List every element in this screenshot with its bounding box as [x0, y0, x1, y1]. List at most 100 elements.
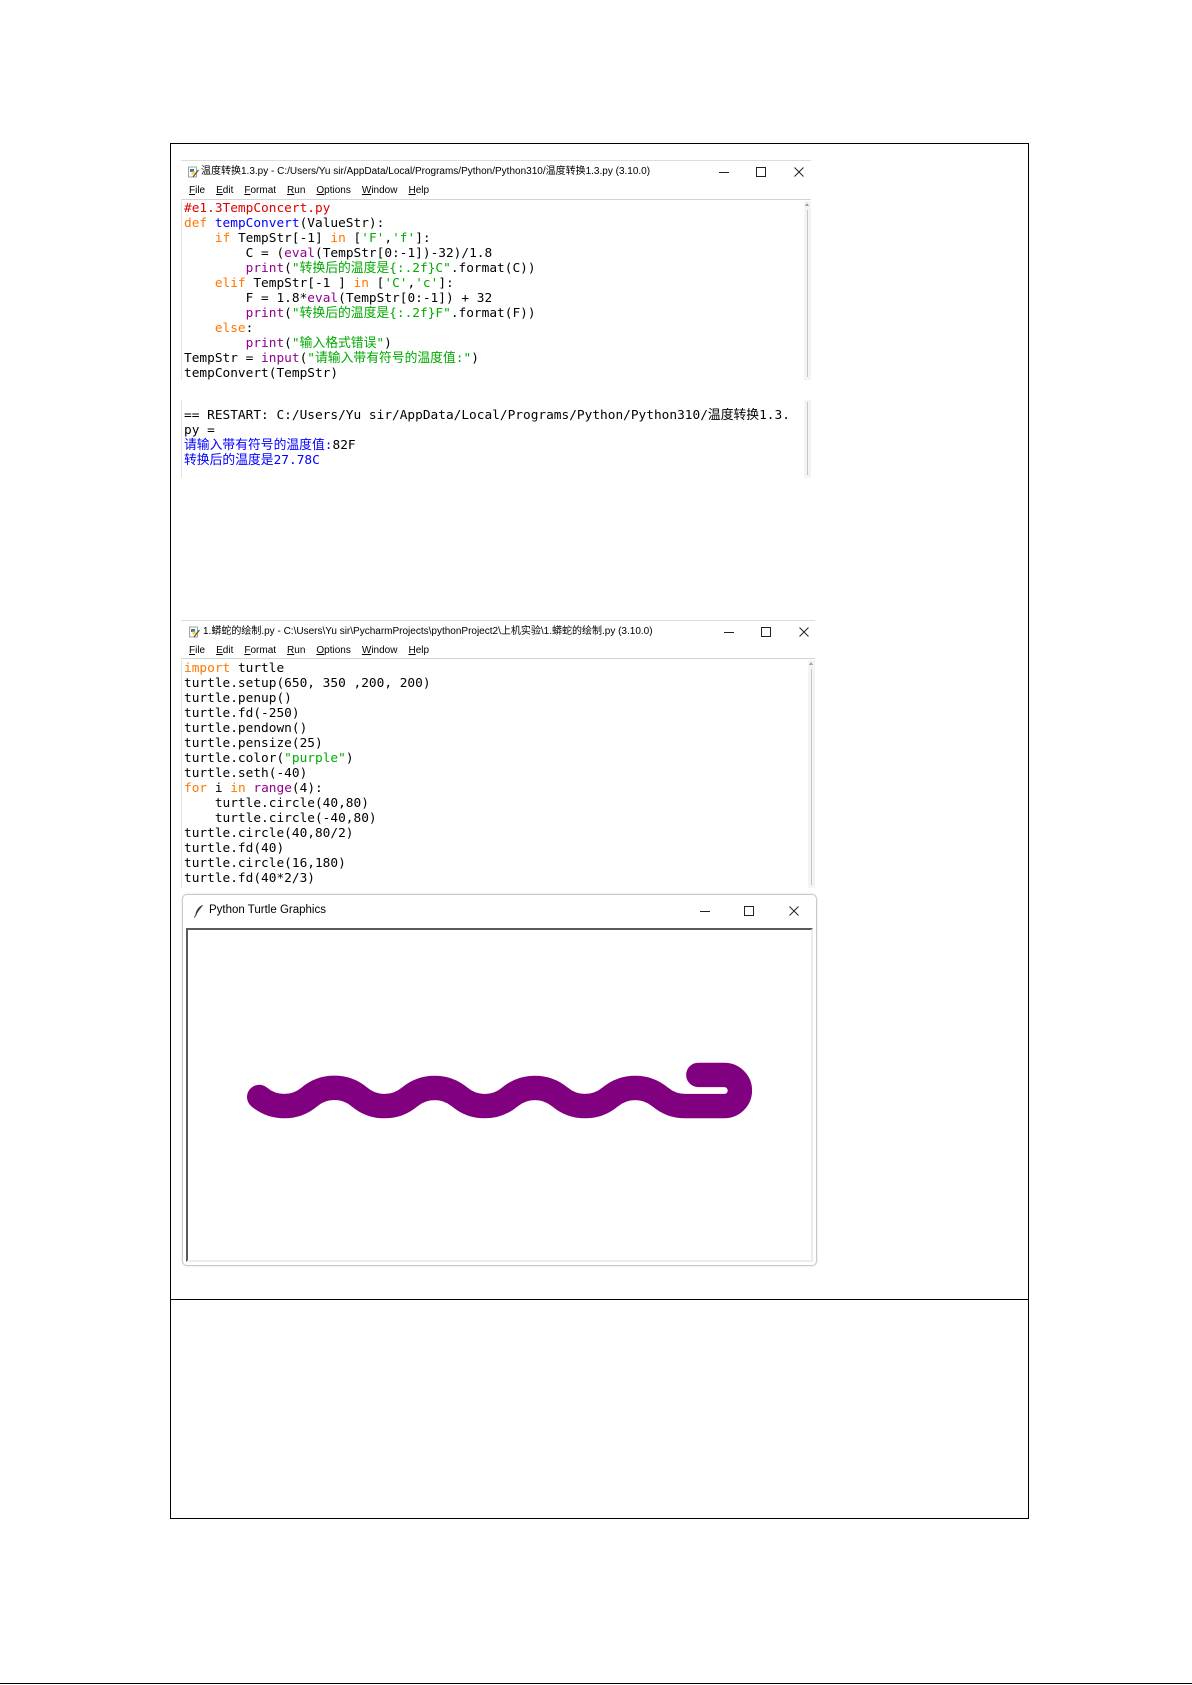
- code-line: C = (eval(TempStr[0:-1])-32)/1.8: [184, 246, 802, 261]
- code-token: turtle.pensize(25): [184, 735, 323, 751]
- shell-text[interactable]: == RESTART: C:/Users/Yu sir/AppData/Loca…: [184, 408, 802, 468]
- menu-separator: [181, 658, 815, 659]
- code-line: import turtle: [184, 661, 806, 676]
- code-token: print: [184, 336, 285, 351]
- menu-help[interactable]: Help: [408, 644, 429, 658]
- code-token: (: [284, 306, 292, 321]
- code-line: elif TempStr[-1 ] in ['C','c']:: [184, 276, 802, 291]
- code-token: else: [184, 321, 246, 336]
- code-token: in: [353, 276, 369, 291]
- menu-file[interactable]: File: [189, 184, 205, 198]
- maximize-icon[interactable]: [743, 905, 755, 917]
- maximize-icon[interactable]: [760, 626, 772, 638]
- code-line: turtle.color("purple"): [184, 751, 806, 766]
- code-token: (ValueStr):: [299, 216, 385, 231]
- menu-window[interactable]: Window: [362, 644, 398, 658]
- code-token: "转换后的温度是{:.2f}C": [291, 261, 451, 276]
- code-token: turtle.fd(40): [184, 840, 285, 856]
- snake-drawing: [247, 1062, 752, 1119]
- minimize-icon[interactable]: [699, 905, 711, 917]
- scroll-up-icon[interactable]: [805, 203, 809, 206]
- code-token: C = (: [184, 246, 285, 261]
- code-token: 'f': [392, 231, 416, 246]
- code-token: for: [184, 780, 208, 796]
- code-line: turtle.pensize(25): [184, 736, 806, 751]
- code-token: "请输入带有符号的温度值:": [307, 351, 472, 366]
- menu-window[interactable]: Window: [362, 184, 398, 198]
- turtle-canvas[interactable]: [186, 928, 813, 1262]
- code-editor[interactable]: import turtle turtle.setup(650, 350 ,200,…: [181, 660, 815, 888]
- title-bar[interactable]: 温度转换1.3.py - C:/Users/Yu sir/AppData/Loc…: [181, 161, 811, 183]
- menu-edit[interactable]: Edit: [216, 184, 233, 198]
- vertical-scrollbar[interactable]: [808, 660, 815, 888]
- menu-edit[interactable]: Edit: [216, 644, 233, 658]
- menu-help[interactable]: Help: [408, 184, 429, 198]
- turtle-graphics-window: Python Turtle Graphics: [182, 894, 817, 1266]
- menu-options[interactable]: Options: [316, 644, 350, 658]
- vertical-scrollbar[interactable]: [804, 201, 811, 380]
- menu-bar: File Edit Format Run Options Window Help: [189, 184, 429, 198]
- code-line: turtle.pendown(): [184, 721, 806, 736]
- menu-file[interactable]: File: [189, 644, 205, 658]
- code-line: def tempConvert(ValueStr):: [184, 216, 802, 231]
- code-text[interactable]: #e1.3TempConcert.py def tempConvert(Value…: [184, 201, 802, 380]
- window-title: Python Turtle Graphics: [209, 904, 326, 916]
- maximize-icon[interactable]: [755, 166, 767, 178]
- close-icon[interactable]: [793, 166, 805, 178]
- scroll-up-icon[interactable]: [809, 662, 813, 665]
- vertical-scrollbar[interactable]: [804, 400, 811, 478]
- code-token: ]:: [438, 276, 454, 291]
- minimize-icon[interactable]: [718, 166, 730, 178]
- code-line: turtle.fd(40*2/3): [184, 871, 806, 886]
- code-token: def: [184, 216, 208, 231]
- scroll-thumb[interactable]: [807, 402, 808, 475]
- shell-text-area[interactable]: == RESTART: C:/Users/Yu sir/AppData/Loca…: [181, 400, 811, 478]
- code-line: if TempStr[-1] in ['F','f']:: [184, 231, 802, 246]
- code-token: (TempStr[0:-1])-32)/1.8: [315, 246, 493, 261]
- code-token: "purple": [284, 750, 346, 766]
- code-token: tempConvert: [207, 216, 300, 231]
- menu-format[interactable]: Format: [244, 184, 276, 198]
- code-line: F = 1.8*eval(TempStr[0:-1]) + 32: [184, 291, 802, 306]
- code-token: eval: [307, 291, 339, 306]
- code-line: 转换后的温度是27.78C: [184, 453, 802, 468]
- code-token: :: [245, 321, 254, 336]
- code-token: in: [330, 231, 346, 246]
- idle-file-icon: [189, 626, 200, 638]
- scroll-thumb[interactable]: [811, 669, 812, 885]
- title-bar[interactable]: Python Turtle Graphics: [183, 895, 816, 927]
- code-editor[interactable]: #e1.3TempConcert.py def tempConvert(Value…: [181, 201, 811, 380]
- code-token: i: [207, 780, 231, 796]
- footer-rule: [0, 1683, 1192, 1684]
- code-token: (: [284, 261, 292, 276]
- code-token: elif: [184, 276, 246, 291]
- minimize-icon[interactable]: [723, 626, 735, 638]
- code-token: import: [184, 660, 231, 676]
- code-token: turtle.circle(-40,80): [184, 810, 377, 826]
- close-icon[interactable]: [788, 905, 800, 917]
- code-token: ,: [384, 231, 393, 246]
- idle-shell-output: == RESTART: C:/Users/Yu sir/AppData/Loca…: [181, 400, 811, 478]
- code-token: TempStr[-1]: [230, 231, 331, 246]
- code-line: print("转换后的温度是{:.2f}F".format(F)): [184, 306, 802, 321]
- feather-icon: [193, 904, 204, 918]
- menu-format[interactable]: Format: [244, 644, 276, 658]
- close-icon[interactable]: [798, 626, 810, 638]
- code-line: turtle.seth(-40): [184, 766, 806, 781]
- code-token: .format(F)): [450, 306, 536, 321]
- menu-options[interactable]: Options: [316, 184, 350, 198]
- menu-run[interactable]: Run: [287, 644, 305, 658]
- code-token: "转换后的温度是{:.2f}F": [291, 306, 451, 321]
- code-line: turtle.circle(16,180): [184, 856, 806, 871]
- code-token: turtle: [230, 660, 285, 676]
- code-line: 请输入带有符号的温度值:82F: [184, 438, 802, 453]
- code-token: eval: [284, 246, 315, 261]
- menu-run[interactable]: Run: [287, 184, 305, 198]
- code-token: turtle.circle(16,180): [184, 855, 346, 871]
- code-token: if: [184, 231, 231, 246]
- code-text[interactable]: import turtle turtle.setup(650, 350 ,200,…: [184, 661, 806, 886]
- title-bar[interactable]: 1.蟒蛇的绘制.py - C:\Users\Yu sir\PycharmProj…: [181, 621, 815, 643]
- scroll-thumb[interactable]: [807, 210, 808, 377]
- code-token: 82F: [332, 438, 356, 453]
- code-token: [: [345, 231, 362, 246]
